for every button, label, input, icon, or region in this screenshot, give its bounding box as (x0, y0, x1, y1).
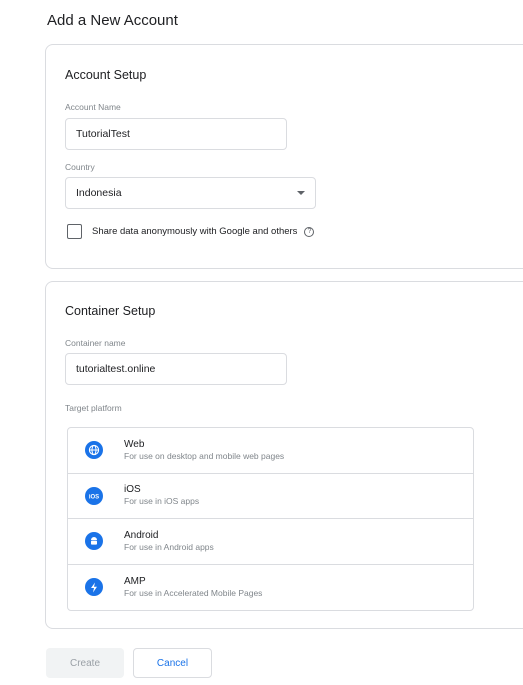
cancel-button[interactable]: Cancel (133, 648, 212, 678)
country-select[interactable]: Indonesia (65, 177, 316, 209)
container-setup-card: Container Setup Container name tutorialt… (45, 281, 523, 629)
country-label: Country (65, 162, 95, 172)
account-name-input[interactable]: TutorialTest (65, 118, 287, 150)
platform-name: Android (124, 529, 159, 541)
amp-lightning-icon (85, 578, 103, 597)
platform-option-ios[interactable]: iOS iOS For use in iOS apps (68, 474, 473, 519)
platform-desc: For use in Android apps (124, 541, 214, 552)
account-setup-title: Account Setup (65, 68, 147, 82)
platform-desc: For use in iOS apps (124, 496, 200, 507)
platform-desc: For use in Accelerated Mobile Pages (124, 587, 263, 598)
container-name-input[interactable]: tutorialtest.online (65, 353, 287, 385)
platform-name: AMP (124, 575, 146, 587)
target-platform-label: Target platform (65, 403, 122, 413)
platform-name: Web (124, 438, 145, 450)
platform-option-android[interactable]: Android For use in Android apps (68, 519, 473, 565)
account-setup-card: Account Setup Account Name TutorialTest … (45, 44, 523, 269)
container-name-label: Container name (65, 338, 126, 348)
android-icon (85, 532, 103, 551)
globe-icon (85, 441, 103, 460)
country-value: Indonesia (76, 187, 122, 199)
chevron-down-icon (297, 191, 305, 195)
platform-desc: For use on desktop and mobile web pages (124, 450, 285, 461)
page-title: Add a New Account (47, 12, 178, 29)
ios-icon: iOS (85, 486, 103, 505)
share-data-label: Share data anonymously with Google and o… (92, 226, 298, 237)
platform-list: Web For use on desktop and mobile web pa… (67, 427, 474, 611)
svg-text:iOS: iOS (89, 494, 99, 500)
account-name-label: Account Name (65, 102, 121, 112)
create-button[interactable]: Create (46, 648, 124, 678)
platform-option-amp[interactable]: AMP For use in Accelerated Mobile Pages (68, 565, 473, 611)
platform-name: iOS (124, 484, 141, 496)
share-data-checkbox[interactable] (67, 224, 82, 239)
share-data-row: Share data anonymously with Google and o… (67, 224, 315, 239)
container-setup-title: Container Setup (65, 304, 156, 318)
help-icon[interactable]: ? (304, 226, 315, 237)
account-name-value: TutorialTest (76, 128, 130, 140)
container-name-value: tutorialtest.online (76, 363, 156, 375)
platform-option-web[interactable]: Web For use on desktop and mobile web pa… (68, 428, 473, 474)
